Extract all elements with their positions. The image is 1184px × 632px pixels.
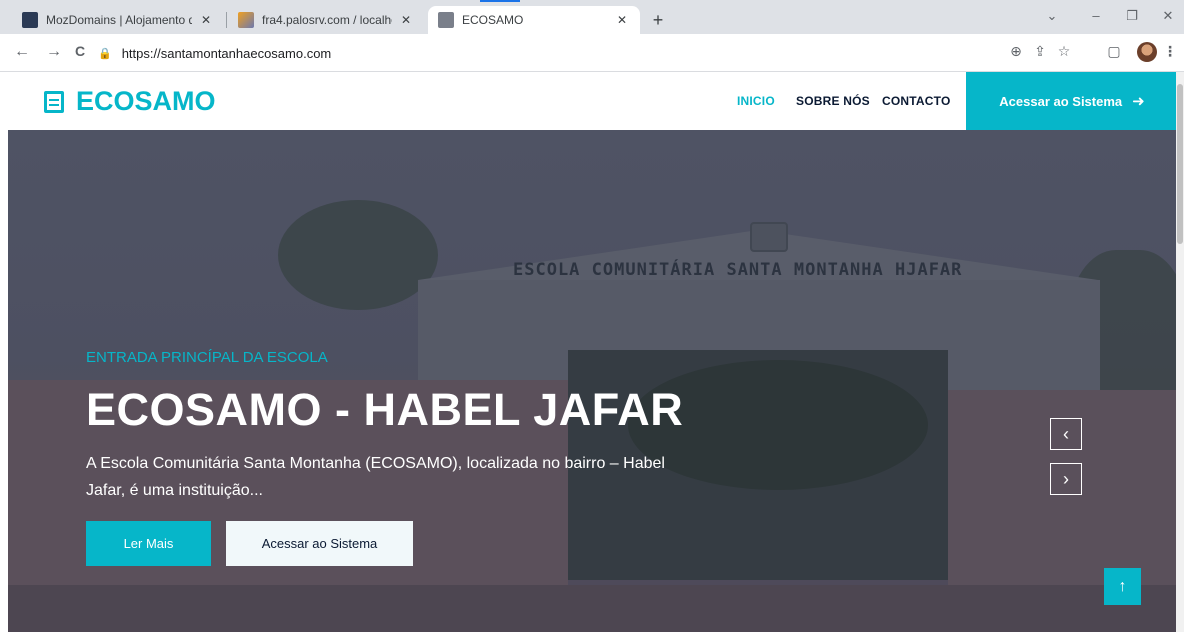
read-more-button[interactable]: Ler Mais <box>86 521 211 566</box>
brand-name: ECOSAMO <box>76 86 216 116</box>
nav-link-inicio[interactable]: INICIO <box>737 94 775 108</box>
back-to-top-button[interactable]: ↑ <box>1104 568 1141 605</box>
hero-carousel: ESCOLA COMUNITÁRIA SANTA MONTANHA HJAFAR… <box>8 130 1176 632</box>
nav-link-contacto[interactable]: CONTACTO <box>882 94 951 108</box>
close-window-icon[interactable]: ✕ <box>1158 8 1178 24</box>
browser-toolbar: ← → C 🔒 https://santamontanhaecosamo.com… <box>0 34 1184 72</box>
carousel-next-button[interactable]: › <box>1050 463 1082 495</box>
address-bar[interactable]: 🔒 https://santamontanhaecosamo.com <box>98 39 918 67</box>
bookmark-star-icon[interactable]: ☆ <box>1054 43 1074 60</box>
phpmyadmin-favicon <box>238 12 254 28</box>
browser-tab-mozdomains[interactable]: MozDomains | Alojamento de Sit ✕ <box>12 6 224 34</box>
site-header: ECOSAMO INICIO SOBRE NÓS CONTACTO Acessa… <box>0 72 1184 130</box>
lock-icon[interactable]: 🔒 <box>98 47 112 60</box>
tab-search-chevron-icon[interactable]: ⌄ <box>1042 8 1062 24</box>
browser-menu-icon[interactable]: ⋮ <box>1160 43 1180 60</box>
profile-avatar[interactable] <box>1137 42 1157 62</box>
new-tab-button[interactable]: + <box>648 10 668 31</box>
side-panel-icon[interactable]: ▢ <box>1104 43 1124 60</box>
minimize-icon[interactable]: – <box>1086 8 1106 23</box>
access-system-header-button[interactable]: Acessar ao Sistema ➜ <box>966 72 1178 130</box>
browser-tab-ecosamo[interactable]: ECOSAMO ✕ <box>428 6 640 34</box>
tab-title: fra4.palosrv.com / localhost / san <box>262 13 392 27</box>
hero-title: ECOSAMO - HABEL JAFAR <box>86 384 684 435</box>
tab-divider <box>226 12 227 28</box>
ecosamo-favicon <box>438 12 454 28</box>
reload-icon[interactable]: C <box>70 43 90 59</box>
mozdomains-favicon <box>22 12 38 28</box>
cta-label: Acessar ao Sistema <box>999 93 1123 109</box>
chevron-left-icon: ‹ <box>1063 423 1069 444</box>
hero-content: ENTRADA PRINCÍPAL DA ESCOLA ECOSAMO - HA… <box>86 130 806 632</box>
site-logo[interactable]: ECOSAMO <box>44 86 216 117</box>
close-tab-icon[interactable]: ✕ <box>398 13 414 27</box>
carousel-prev-button[interactable]: ‹ <box>1050 418 1082 450</box>
arrow-up-icon: ↑ <box>1118 577 1127 595</box>
access-system-button[interactable]: Acessar ao Sistema <box>226 521 413 566</box>
hero-description: A Escola Comunitária Santa Montanha (ECO… <box>86 455 665 499</box>
browser-tab-phpmyadmin[interactable]: fra4.palosrv.com / localhost / san ✕ <box>228 6 424 34</box>
tab-title: ECOSAMO <box>462 13 524 27</box>
browser-tab-strip: MozDomains | Alojamento de Sit ✕ fra4.pa… <box>0 0 1184 34</box>
share-icon[interactable]: ⇪ <box>1030 43 1050 60</box>
scrollbar-thumb[interactable] <box>1177 84 1183 244</box>
page-scrollbar[interactable] <box>1176 72 1184 632</box>
book-icon <box>44 90 64 113</box>
url-text: https://santamontanhaecosamo.com <box>121 45 332 61</box>
tab-title: MozDomains | Alojamento de Sit <box>46 13 192 27</box>
chevron-right-icon: › <box>1063 468 1069 489</box>
restore-icon[interactable]: ❐ <box>1122 8 1142 24</box>
close-tab-icon[interactable]: ✕ <box>614 13 630 27</box>
arrow-right-icon: ➜ <box>1132 93 1145 110</box>
hero-eyebrow: ENTRADA PRINCÍPAL DA ESCOLA <box>86 349 328 366</box>
forward-arrow-icon[interactable]: → <box>44 43 64 61</box>
back-arrow-icon[interactable]: ← <box>12 43 32 61</box>
tab-loading-indicator <box>480 0 520 2</box>
zoom-icon[interactable]: ⊕ <box>1006 43 1026 60</box>
nav-link-sobre-nos[interactable]: SOBRE NÓS <box>796 94 870 108</box>
close-tab-icon[interactable]: ✕ <box>198 13 214 27</box>
